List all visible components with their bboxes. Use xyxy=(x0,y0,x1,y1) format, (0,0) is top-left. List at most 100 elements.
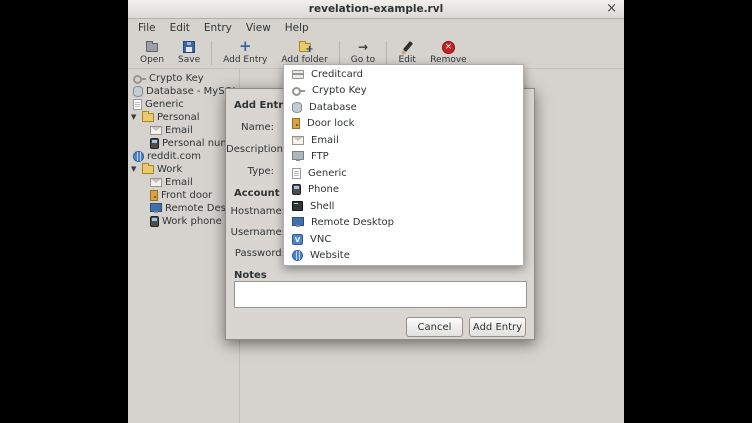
phone-icon xyxy=(150,138,159,149)
sidebar-item-personal-number[interactable]: Personal number xyxy=(128,137,239,150)
close-icon[interactable]: × xyxy=(606,0,617,19)
sidebar-item-label: Email xyxy=(165,125,193,136)
type-menu-item-phone[interactable]: Phone xyxy=(284,182,523,199)
sidebar-item-crypto-key[interactable]: Crypto Key xyxy=(128,72,239,85)
creditcard-icon xyxy=(292,70,304,79)
type-menu-item-website[interactable]: Website xyxy=(284,248,523,265)
hostname-label: Hostname: xyxy=(226,206,285,217)
screen: revelation-example.rvl × File Edit Entry… xyxy=(0,0,752,423)
notes-input[interactable] xyxy=(234,281,527,308)
sidebar-item-database[interactable]: Database - MySQL e xyxy=(128,85,239,98)
toolbar-remove-button[interactable]: Remove xyxy=(423,39,474,66)
titlebar: revelation-example.rvl × xyxy=(128,0,624,19)
sidebar-item-remote-desktop[interactable]: Remote Desktop xyxy=(128,202,239,215)
type-menu-item-ftp[interactable]: FTP xyxy=(284,149,523,166)
toolbar-edit-button[interactable]: Edit xyxy=(391,39,423,66)
type-menu-item-label: Website xyxy=(310,250,350,261)
type-menu-item-label: Phone xyxy=(308,184,339,195)
sidebar-item-work-phone[interactable]: Work phone xyxy=(128,215,239,228)
sidebar-item-generic[interactable]: Generic xyxy=(128,98,239,111)
app-window: revelation-example.rvl × File Edit Entry… xyxy=(128,0,624,423)
email-icon xyxy=(150,126,162,135)
toolbar-separator xyxy=(386,41,387,65)
email-icon xyxy=(292,136,304,145)
toolbar-save-label: Save xyxy=(178,55,200,65)
type-menu-item-shell[interactable]: Shell xyxy=(284,198,523,215)
website-icon xyxy=(292,250,303,261)
sidebar-item-work[interactable]: ▼ Work xyxy=(128,163,239,176)
type-menu-item-label: Creditcard xyxy=(311,69,363,80)
ftp-icon xyxy=(292,151,304,160)
type-dropdown-menu: Creditcard Crypto Key Database Door lock… xyxy=(283,64,524,266)
type-menu-item-label: Database xyxy=(309,102,357,113)
toolbar-add-folder-button[interactable]: Add folder xyxy=(274,39,334,66)
type-menu-item-generic[interactable]: Generic xyxy=(284,165,523,182)
notes-header: Notes xyxy=(234,270,267,281)
type-menu-item-creditcard[interactable]: Creditcard xyxy=(284,66,523,83)
dialog-title: Add Entry xyxy=(234,100,290,111)
sidebar-item-label: Front door xyxy=(161,190,212,201)
description-label: Description: xyxy=(226,144,274,155)
sidebar-item-email[interactable]: Email xyxy=(128,124,239,137)
vnc-icon xyxy=(292,234,303,245)
type-menu-item-database[interactable]: Database xyxy=(284,99,523,116)
sidebar-item-reddit[interactable]: reddit.com xyxy=(128,150,239,163)
sidebar-item-personal[interactable]: ▼ Personal xyxy=(128,111,239,124)
toolbar-save-button[interactable]: Save xyxy=(171,39,207,66)
sidebar-item-label: Email xyxy=(165,177,193,188)
toolbar-separator xyxy=(339,41,340,65)
doorlock-icon xyxy=(292,118,300,129)
sidebar-item-label: reddit.com xyxy=(147,151,201,162)
menubar: File Edit Entry View Help xyxy=(128,19,624,37)
type-menu-item-label: Shell xyxy=(310,201,334,212)
menu-edit[interactable]: Edit xyxy=(163,20,197,36)
sidebar-tree: Crypto Key Database - MySQL e Generic ▼ … xyxy=(128,69,240,423)
menu-entry[interactable]: Entry xyxy=(197,20,239,36)
database-icon xyxy=(292,102,302,113)
type-menu-item-label: Remote Desktop xyxy=(311,217,394,228)
expander-icon[interactable]: ▼ xyxy=(131,163,139,176)
generic-icon xyxy=(292,168,301,179)
open-folder-icon xyxy=(146,43,158,52)
type-menu-item-crypto-key[interactable]: Crypto Key xyxy=(284,83,523,100)
toolbar-separator xyxy=(211,41,212,65)
type-menu-item-label: Generic xyxy=(308,168,347,179)
expander-icon[interactable]: ▼ xyxy=(131,111,139,124)
key-icon xyxy=(133,73,146,84)
toolbar-open-label: Open xyxy=(140,55,164,65)
type-menu-item-label: Email xyxy=(311,135,339,146)
sidebar-item-label: Work phone xyxy=(162,216,222,227)
type-menu-item-label: Door lock xyxy=(307,118,354,129)
remove-icon xyxy=(442,41,455,54)
sidebar-item-front-door[interactable]: Front door xyxy=(128,189,239,202)
type-menu-item-label: FTP xyxy=(311,151,329,162)
sidebar-item-work-email[interactable]: Email xyxy=(128,176,239,189)
type-menu-item-door-lock[interactable]: Door lock xyxy=(284,116,523,133)
goto-icon xyxy=(356,41,370,54)
add-entry-button[interactable]: Add Entry xyxy=(469,317,526,337)
email-icon xyxy=(150,178,162,187)
plus-badge-icon xyxy=(305,46,313,54)
key-icon xyxy=(292,85,305,96)
phone-icon xyxy=(150,216,159,227)
menu-view[interactable]: View xyxy=(239,20,278,36)
type-menu-item-vnc[interactable]: VNC xyxy=(284,231,523,248)
toolbar-open-button[interactable]: Open xyxy=(133,39,171,66)
menu-help[interactable]: Help xyxy=(278,20,316,36)
type-menu-item-remote-desktop[interactable]: Remote Desktop xyxy=(284,215,523,232)
database-icon xyxy=(133,86,143,97)
toolbar-goto-button[interactable]: Go to xyxy=(344,39,382,66)
toolbar-add-entry-label: Add Entry xyxy=(223,55,267,65)
cancel-button[interactable]: Cancel xyxy=(406,317,463,337)
shell-icon xyxy=(292,201,303,211)
folder-icon xyxy=(142,113,154,122)
window-title: revelation-example.rvl xyxy=(309,3,443,15)
sidebar-item-label: Generic xyxy=(145,99,184,110)
sidebar-item-label: Personal xyxy=(157,112,200,123)
toolbar-add-entry-button[interactable]: Add Entry xyxy=(216,39,274,66)
edit-pencil-icon xyxy=(401,41,413,54)
type-menu-item-email[interactable]: Email xyxy=(284,132,523,149)
sidebar-item-label: Work xyxy=(157,164,182,175)
menu-file[interactable]: File xyxy=(131,20,163,36)
generic-icon xyxy=(133,99,142,110)
